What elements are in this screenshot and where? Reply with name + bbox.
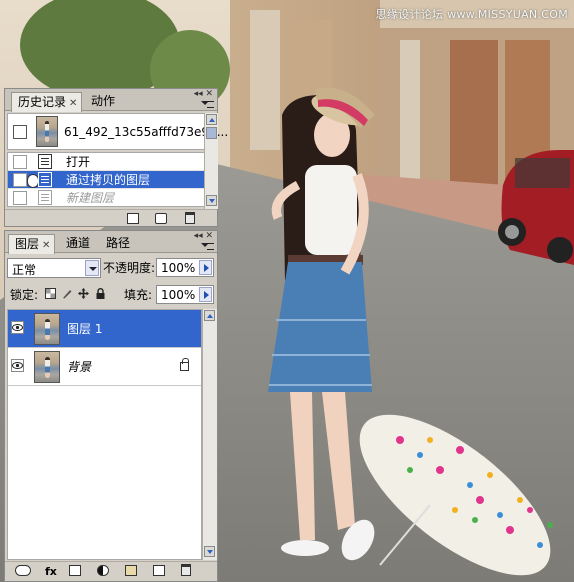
opacity-value: 100% xyxy=(161,261,196,275)
layers-panel-tabbar: 图层 ✕ 通道 路径 ◂◂ ✕ xyxy=(5,231,217,254)
tab-layers[interactable]: 图层 ✕ xyxy=(8,234,56,254)
history-panel-tabbar: 历史记录 ✕ 动作 ◂◂ ✕ xyxy=(5,89,217,112)
eye-icon[interactable] xyxy=(11,321,24,334)
fill-value: 100% xyxy=(161,288,196,302)
tab-paths[interactable]: 路径 xyxy=(100,234,134,253)
lock-paint-icon[interactable] xyxy=(62,288,73,299)
layers-panel: 图层 ✕ 通道 路径 ◂◂ ✕ 正常 不透明度: 100% 锁定: 填充: 100… xyxy=(4,230,218,582)
group-icon[interactable] xyxy=(125,565,137,576)
link-icon[interactable] xyxy=(15,565,31,576)
history-step-duplicate-layer[interactable]: 通过拷贝的图层 xyxy=(8,171,204,189)
history-snapshot-row[interactable]: 61_492_13c55afffd73e96... xyxy=(7,113,228,150)
layer-thumbnail xyxy=(34,313,60,345)
history-state-slider-icon[interactable] xyxy=(27,174,39,188)
history-source-checkbox[interactable] xyxy=(13,155,27,169)
chevron-down-icon[interactable] xyxy=(85,260,99,276)
new-snapshot-icon[interactable] xyxy=(155,213,167,224)
mask-icon[interactable] xyxy=(69,565,81,576)
lock-transparent-icon[interactable] xyxy=(45,288,56,299)
step-icon xyxy=(38,190,52,205)
history-source-checkbox[interactable] xyxy=(13,173,27,187)
panel-collapse-icon[interactable]: ◂◂ ✕ xyxy=(194,232,213,241)
lock-icon xyxy=(180,358,189,371)
history-step-label: 打开 xyxy=(66,155,91,169)
tab-layers-label: 图层 xyxy=(15,237,40,251)
layers-scrollbar[interactable] xyxy=(202,309,217,560)
step-icon xyxy=(38,154,52,169)
history-scrollbar[interactable] xyxy=(204,113,218,209)
tab-history-label: 历史记录 xyxy=(18,95,67,109)
trash-icon[interactable] xyxy=(181,564,191,576)
tab-actions-label: 动作 xyxy=(91,94,116,108)
eye-icon[interactable] xyxy=(11,359,24,372)
layers-footer: fx xyxy=(5,561,217,581)
panel-menu-icon[interactable] xyxy=(201,242,214,251)
layer-thumbnail xyxy=(34,351,60,383)
tab-channels[interactable]: 通道 xyxy=(60,234,94,253)
snapshot-thumbnail xyxy=(36,116,58,147)
trash-icon[interactable] xyxy=(185,212,195,224)
history-step-list: 打开 通过拷贝的图层 新建图层 xyxy=(7,152,205,207)
layer-name: 图层 1 xyxy=(67,322,103,336)
history-brush-source-icon[interactable] xyxy=(13,125,27,139)
layer-row-layer-1[interactable]: 图层 1 xyxy=(8,310,201,348)
fx-icon[interactable]: fx xyxy=(45,565,57,579)
fill-label: 填充: xyxy=(124,288,153,302)
layer-list: 图层 1 背景 xyxy=(7,309,202,560)
scroll-thumb[interactable] xyxy=(206,127,217,139)
layer-row-background[interactable]: 背景 xyxy=(8,348,201,386)
history-step-new-layer[interactable]: 新建图层 xyxy=(8,189,204,206)
history-step-label: 新建图层 xyxy=(66,191,115,205)
fill-field[interactable]: 100% xyxy=(156,285,214,304)
opacity-label: 不透明度: xyxy=(103,261,156,275)
lock-all-icon[interactable] xyxy=(95,288,106,299)
tab-paths-label: 路径 xyxy=(106,236,131,250)
blend-mode-select[interactable]: 正常 xyxy=(7,258,101,278)
watermark-text: 思缘设计论坛 www.MISSYUAN.COM xyxy=(375,8,568,21)
tab-history[interactable]: 历史记录 ✕ xyxy=(11,92,83,112)
history-step-label: 通过拷贝的图层 xyxy=(66,173,151,187)
tab-actions[interactable]: 动作 xyxy=(85,92,119,111)
history-source-checkbox[interactable] xyxy=(13,191,27,205)
scroll-up-icon[interactable] xyxy=(206,114,217,125)
close-tab-icon[interactable]: ✕ xyxy=(69,96,77,111)
panel-collapse-icon[interactable]: ◂◂ ✕ xyxy=(194,90,213,99)
scroll-up-icon[interactable] xyxy=(204,310,215,321)
lock-label: 锁定: xyxy=(10,288,39,302)
blend-mode-value: 正常 xyxy=(12,263,37,277)
history-footer xyxy=(5,209,217,226)
history-panel: 历史记录 ✕ 动作 ◂◂ ✕ 61_492_13c55afffd73e96... … xyxy=(4,88,228,227)
close-tab-icon[interactable]: ✕ xyxy=(42,238,50,253)
scroll-down-icon[interactable] xyxy=(204,546,215,557)
adjustment-icon[interactable] xyxy=(97,565,109,576)
opacity-slider-arrow-icon[interactable] xyxy=(199,260,212,275)
tab-channels-label: 通道 xyxy=(66,236,91,250)
fill-slider-arrow-icon[interactable] xyxy=(199,287,212,302)
layer-name: 背景 xyxy=(67,360,92,374)
new-document-from-state-icon[interactable] xyxy=(127,213,139,224)
opacity-field[interactable]: 100% xyxy=(156,258,214,277)
scroll-down-icon[interactable] xyxy=(206,195,217,206)
step-icon xyxy=(38,172,52,187)
lock-move-icon[interactable] xyxy=(78,288,89,299)
history-step-open[interactable]: 打开 xyxy=(8,153,204,171)
new-layer-icon[interactable] xyxy=(153,565,165,576)
panel-menu-icon[interactable] xyxy=(201,100,214,109)
